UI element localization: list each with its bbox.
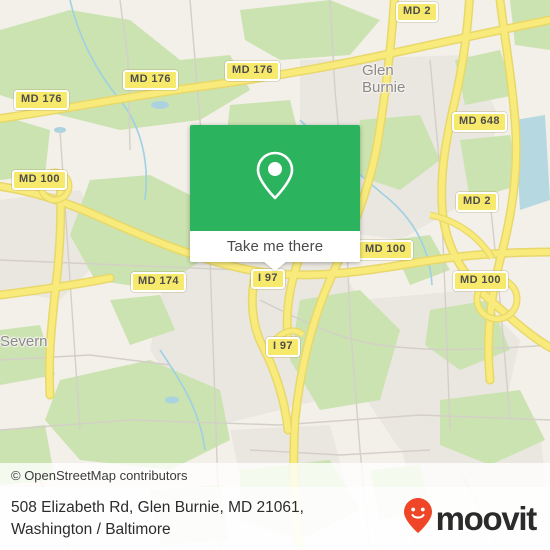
place-label-line: Burnie — [362, 79, 406, 96]
take-me-there-label: Take me there — [226, 238, 324, 255]
place-label-glen-burnie: Glen Burnie — [362, 62, 405, 96]
map-screenshot: Glen Burnie Severn MD 2 MD 176 MD 176 MD… — [0, 0, 550, 550]
road-shield-md-176[interactable]: MD 176 — [123, 70, 178, 90]
road-shield-md-100[interactable]: MD 100 — [12, 170, 67, 190]
road-shield-i-97[interactable]: I 97 — [266, 337, 300, 357]
map-attribution[interactable]: © OpenStreetMap contributors — [0, 463, 550, 487]
road-shield-md-100[interactable]: MD 100 — [453, 271, 508, 291]
road-shield-md-648[interactable]: MD 648 — [452, 112, 507, 132]
moovit-wordmark: moovit — [435, 500, 538, 537]
address-line-1: 508 Elizabeth Rd, Glen Burnie, MD 21061, — [11, 498, 304, 516]
callout-pin-area — [190, 125, 360, 231]
place-label-severn: Severn — [0, 333, 48, 350]
road-shield-md-2[interactable]: MD 2 — [456, 192, 498, 212]
road-shield-md-176[interactable]: MD 176 — [14, 90, 69, 110]
address-block: 508 Elizabeth Rd, Glen Burnie, MD 21061,… — [0, 497, 304, 541]
footer-bar: 508 Elizabeth Rd, Glen Burnie, MD 21061,… — [0, 487, 550, 550]
place-label-line: Glen — [362, 62, 394, 79]
callout-pointer — [263, 261, 287, 271]
map-pin-icon — [254, 150, 296, 207]
moovit-pin-icon — [403, 497, 433, 540]
location-callout-card[interactable]: Take me there — [190, 125, 360, 271]
moovit-logo[interactable]: moovit — [403, 497, 550, 540]
road-shield-i-97[interactable]: I 97 — [251, 269, 285, 289]
attribution-text: © OpenStreetMap contributors — [11, 467, 188, 483]
road-shield-md-2[interactable]: MD 2 — [396, 2, 438, 22]
road-shield-md-100[interactable]: MD 100 — [358, 240, 413, 260]
address-line-2: Washington / Baltimore — [11, 520, 171, 538]
road-shield-md-176[interactable]: MD 176 — [225, 61, 280, 81]
road-shield-md-174[interactable]: MD 174 — [131, 272, 186, 292]
callout-action-bar[interactable]: Take me there — [190, 231, 360, 271]
